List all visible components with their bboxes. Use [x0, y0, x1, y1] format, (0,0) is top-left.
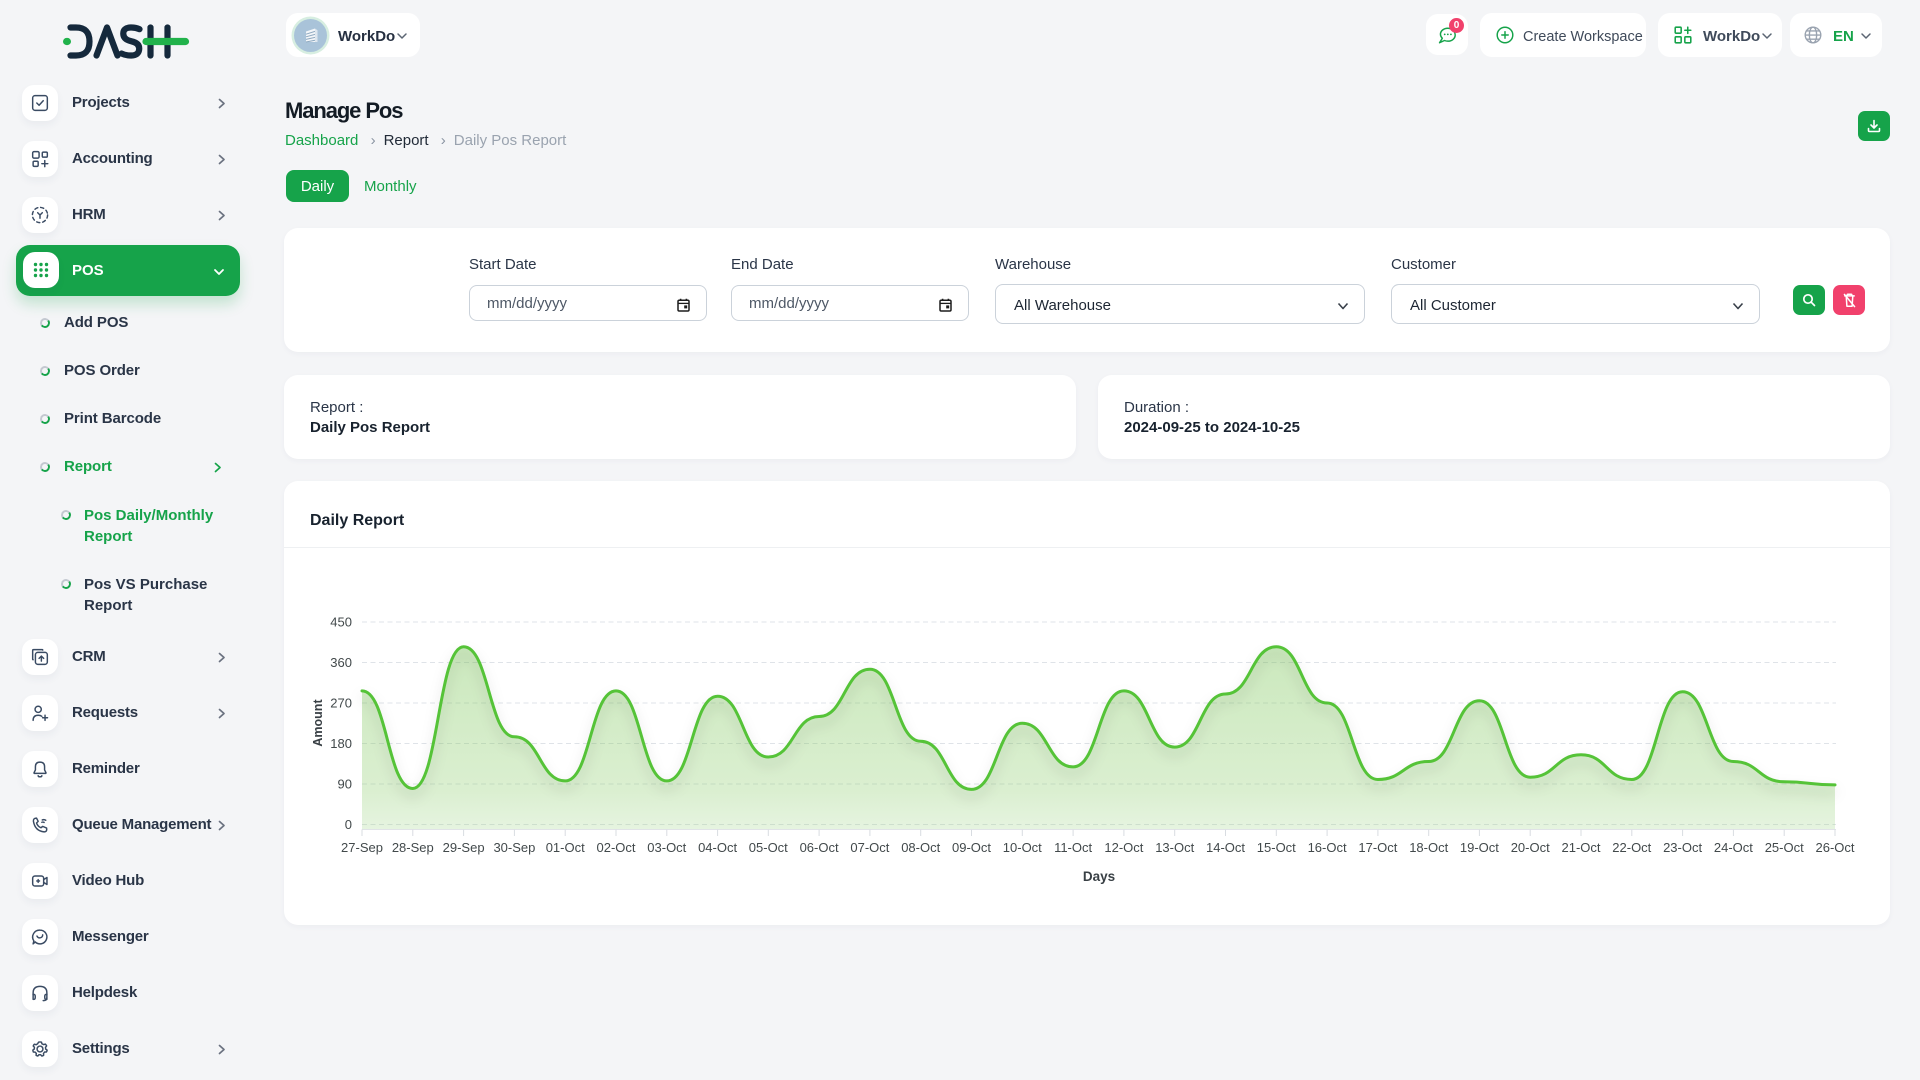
- svg-text:08-Oct: 08-Oct: [901, 840, 940, 855]
- svg-text:12-Oct: 12-Oct: [1104, 840, 1143, 855]
- svg-text:22-Oct: 22-Oct: [1612, 840, 1651, 855]
- svg-text:13-Oct: 13-Oct: [1155, 840, 1194, 855]
- svg-text:Amount: Amount: [311, 699, 325, 747]
- svg-text:19-Oct: 19-Oct: [1460, 840, 1499, 855]
- svg-text:20-Oct: 20-Oct: [1511, 840, 1550, 855]
- svg-text:17-Oct: 17-Oct: [1358, 840, 1397, 855]
- svg-text:90: 90: [338, 777, 352, 792]
- svg-text:180: 180: [330, 736, 352, 751]
- svg-text:26-Oct: 26-Oct: [1815, 840, 1854, 855]
- svg-text:24-Oct: 24-Oct: [1714, 840, 1753, 855]
- svg-text:Days: Days: [1083, 869, 1115, 884]
- svg-text:29-Sep: 29-Sep: [443, 840, 485, 855]
- svg-text:23-Oct: 23-Oct: [1663, 840, 1702, 855]
- svg-text:270: 270: [330, 696, 352, 711]
- svg-text:14-Oct: 14-Oct: [1206, 840, 1245, 855]
- svg-text:450: 450: [330, 615, 352, 630]
- svg-text:16-Oct: 16-Oct: [1308, 840, 1347, 855]
- svg-text:21-Oct: 21-Oct: [1561, 840, 1600, 855]
- svg-text:02-Oct: 02-Oct: [596, 840, 635, 855]
- svg-text:04-Oct: 04-Oct: [698, 840, 737, 855]
- svg-text:18-Oct: 18-Oct: [1409, 840, 1448, 855]
- svg-text:28-Sep: 28-Sep: [392, 840, 434, 855]
- svg-text:03-Oct: 03-Oct: [647, 840, 686, 855]
- svg-text:27-Sep: 27-Sep: [341, 840, 383, 855]
- svg-text:06-Oct: 06-Oct: [800, 840, 839, 855]
- svg-text:01-Oct: 01-Oct: [546, 840, 585, 855]
- svg-text:11-Oct: 11-Oct: [1054, 840, 1092, 855]
- svg-text:30-Sep: 30-Sep: [493, 840, 535, 855]
- svg-text:15-Oct: 15-Oct: [1257, 840, 1296, 855]
- svg-text:09-Oct: 09-Oct: [952, 840, 991, 855]
- svg-text:05-Oct: 05-Oct: [749, 840, 788, 855]
- svg-text:10-Oct: 10-Oct: [1003, 840, 1042, 855]
- svg-text:25-Oct: 25-Oct: [1765, 840, 1804, 855]
- svg-text:07-Oct: 07-Oct: [850, 840, 889, 855]
- svg-text:0: 0: [345, 817, 352, 832]
- svg-text:360: 360: [330, 655, 352, 670]
